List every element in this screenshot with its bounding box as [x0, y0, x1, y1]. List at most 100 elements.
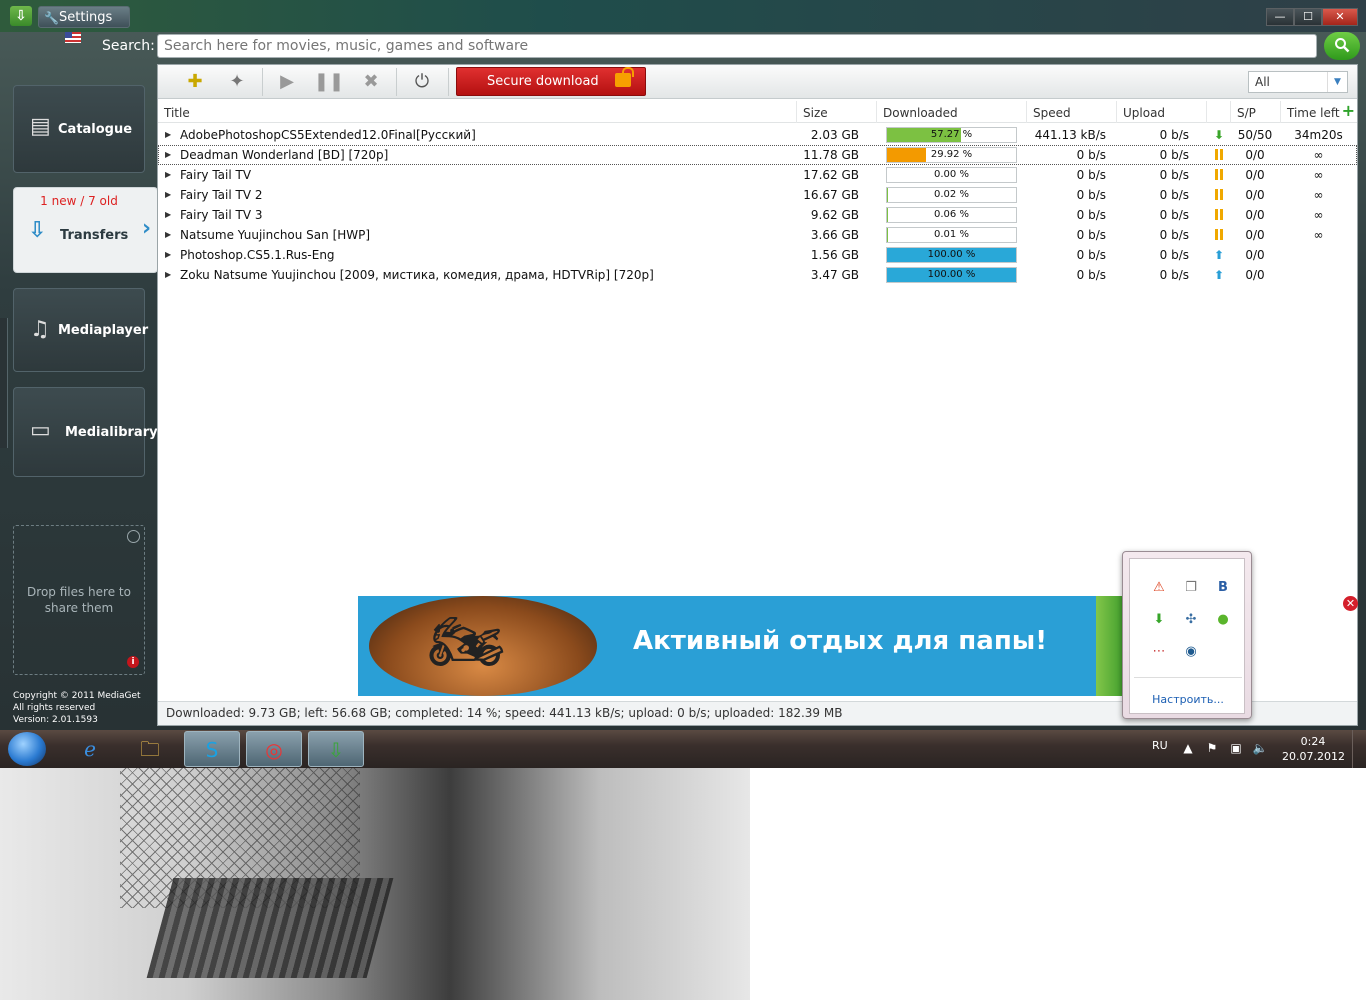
chat-icon[interactable]: ● [1214, 611, 1232, 629]
copyright-line: All rights reserved [13, 703, 96, 713]
expand-row-icon[interactable]: ▶ [165, 165, 171, 185]
row-title: Zoku Natsume Yuujinchou [2009, мистика, … [180, 268, 654, 282]
folder-icon[interactable]: 🗀 [122, 731, 178, 767]
row-speed: 0 b/s [1076, 248, 1106, 262]
expand-row-icon[interactable]: ▶ [165, 245, 171, 265]
expand-row-icon[interactable]: ▶ [165, 185, 171, 205]
row-title: Fairy Tail TV 2 [180, 188, 263, 202]
paused-icon [1215, 169, 1223, 180]
customize-link[interactable]: Настроить... [1130, 693, 1246, 706]
internet-explorer-icon[interactable]: ℯ [62, 731, 118, 767]
expand-row-icon[interactable]: ▶ [165, 145, 171, 165]
action-center-icon[interactable]: ⚑ [1204, 740, 1220, 756]
power-icon: ⏻ [414, 71, 430, 92]
pause-button[interactable]: ❚❚ [308, 67, 350, 97]
dots-icon[interactable]: ⋯ [1150, 643, 1168, 661]
row-progress-fill [887, 188, 888, 202]
show-hidden-icons-icon[interactable]: ▲ [1180, 740, 1196, 756]
sidebar-item-mediaplayer[interactable]: ♫ Mediaplayer [13, 288, 148, 372]
expand-row-icon[interactable]: ▶ [165, 265, 171, 285]
expand-row-icon[interactable]: ▶ [165, 225, 171, 245]
wizard-button[interactable]: ✦ [216, 67, 258, 97]
row-upload: 0 b/s [1159, 268, 1189, 282]
row-status [1212, 225, 1226, 245]
column-header-upload[interactable]: Upload [1116, 101, 1206, 123]
system-clock[interactable]: 0:24 20.07.2012 [1282, 734, 1345, 764]
row-progress-fill [887, 228, 888, 242]
start-button[interactable]: ▶ [266, 67, 308, 97]
chrome-icon[interactable]: ◎ [246, 731, 302, 767]
network-tray-icon[interactable]: ▣ [1228, 740, 1244, 756]
add-column-icon[interactable]: + [1342, 101, 1355, 121]
vk-icon[interactable]: B [1214, 579, 1232, 597]
sidebar-item-medialibrary[interactable]: ▭ Medialibrary [13, 387, 158, 477]
column-header-status[interactable] [1206, 101, 1230, 123]
seeding-icon: ⬆ [1213, 248, 1225, 262]
row-title: Fairy Tail TV 3 [180, 208, 263, 222]
table-header: Title Size Downloaded Speed Upload S/P T… [158, 101, 1357, 123]
table-row[interactable]: ▶ Fairy Tail TV 17.62 GB 0.00 % 0 b/s 0 b/s 0/… [158, 165, 1357, 185]
row-title: Photoshop.CS5.1.Rus-Eng [180, 248, 335, 262]
column-header-size[interactable]: Size [796, 101, 876, 123]
maximize-button[interactable]: ☐ [1294, 8, 1322, 26]
skype-icon[interactable]: S [184, 731, 240, 767]
info-icon[interactable]: i [127, 656, 139, 668]
add-torrent-button[interactable]: ✚ [174, 67, 216, 97]
table-row[interactable]: ▶ Fairy Tail TV 3 9.62 GB 0.06 % 0 b/s 0 b/s 0… [158, 205, 1357, 225]
table-row[interactable]: ▶ Deadman Wonderland [BD] [720p] 11.78 GB 2… [158, 145, 1357, 165]
row-progress-label: 100.00 % [927, 269, 976, 280]
minimize-button[interactable]: — [1266, 8, 1294, 26]
us-flag-icon[interactable] [65, 32, 81, 43]
filter-select[interactable]: All ▼ [1248, 71, 1348, 93]
expand-row-icon[interactable]: ▶ [165, 205, 171, 225]
table-row[interactable]: ▶ Natsume Yuujinchou San [HWP] 3.66 GB 0.01… [158, 225, 1357, 245]
column-header-downloaded[interactable]: Downloaded [876, 101, 1026, 123]
sidebar-item-transfers[interactable]: 1 new / 7 old ⇩ Transfers › [13, 187, 158, 273]
row-size: 2.03 GB [810, 128, 859, 142]
column-header-title[interactable]: Title [158, 101, 796, 123]
desktop-wallpaper [0, 768, 750, 1000]
row-progress-bar: 29.92 % [886, 147, 1017, 163]
chevron-down-icon: ▼ [1327, 72, 1347, 92]
volume-icon[interactable]: 🔈 [1252, 740, 1268, 756]
start-button[interactable] [8, 732, 46, 766]
windows-icon[interactable]: ❐ [1182, 579, 1200, 597]
show-desktop-button[interactable] [1352, 730, 1366, 768]
ad-close-icon[interactable]: ✕ [1343, 596, 1358, 611]
mediaget-logo-icon[interactable]: ⇩ [10, 6, 32, 26]
settings-button[interactable]: 🔧 Settings [38, 6, 130, 43]
table-row[interactable]: ▶ Photoshop.CS5.1.Rus-Eng 1.56 GB 100.00 % 0… [158, 245, 1357, 265]
clock-icon [127, 530, 140, 543]
sidebar-collapse-handle[interactable] [0, 318, 8, 448]
table-row[interactable]: ▶ Zoku Natsume Yuujinchou [2009, мистика,… [158, 265, 1357, 285]
warning-icon[interactable]: ⚠ [1150, 579, 1168, 597]
shutdown-button[interactable]: ⏻ [401, 67, 443, 97]
language-indicator[interactable]: RU [1152, 739, 1168, 752]
row-title: Fairy Tail TV [180, 168, 252, 182]
table-row[interactable]: ▶ AdobePhotoshopCS5Extended12.0Final[Русс… [158, 125, 1357, 145]
expand-row-icon[interactable]: ▶ [165, 125, 171, 145]
sidebar-item-catalogue[interactable]: ▤ Catalogue [13, 85, 145, 173]
row-progress-label: 100.00 % [927, 249, 976, 260]
close-button[interactable]: ✕ [1322, 8, 1358, 26]
network-icon[interactable]: ✣ [1182, 611, 1200, 629]
secure-download-button[interactable]: Secure download [456, 67, 646, 96]
row-speed: 0 b/s [1076, 188, 1106, 202]
row-size: 1.56 GB [810, 248, 859, 262]
column-header-speed[interactable]: Speed [1026, 101, 1116, 123]
delete-button[interactable]: ✖ [350, 67, 392, 97]
ad-banner[interactable]: 🏍 Активный отдых для папы! [358, 596, 1126, 696]
table-row[interactable]: ▶ Fairy Tail TV 2 16.67 GB 0.02 % 0 b/s 0 b/s… [158, 185, 1357, 205]
download-circle-icon[interactable]: ◉ [1182, 643, 1200, 661]
row-time-left: ∞ [1313, 148, 1324, 162]
column-header-sp[interactable]: S/P [1230, 101, 1280, 123]
drop-files-area[interactable]: Drop files here to share them i [13, 525, 145, 675]
search-input[interactable] [157, 34, 1317, 58]
row-progress-label: 0.00 % [934, 169, 969, 180]
download-arrow-icon[interactable]: ⬇ [1150, 611, 1168, 629]
mediaget-taskbar-icon[interactable]: ⇩ [308, 731, 364, 767]
secure-download-label: Secure download [487, 74, 599, 89]
row-progress-bar: 0.02 % [886, 187, 1017, 203]
row-size: 11.78 GB [803, 148, 859, 162]
search-button[interactable] [1324, 32, 1360, 60]
